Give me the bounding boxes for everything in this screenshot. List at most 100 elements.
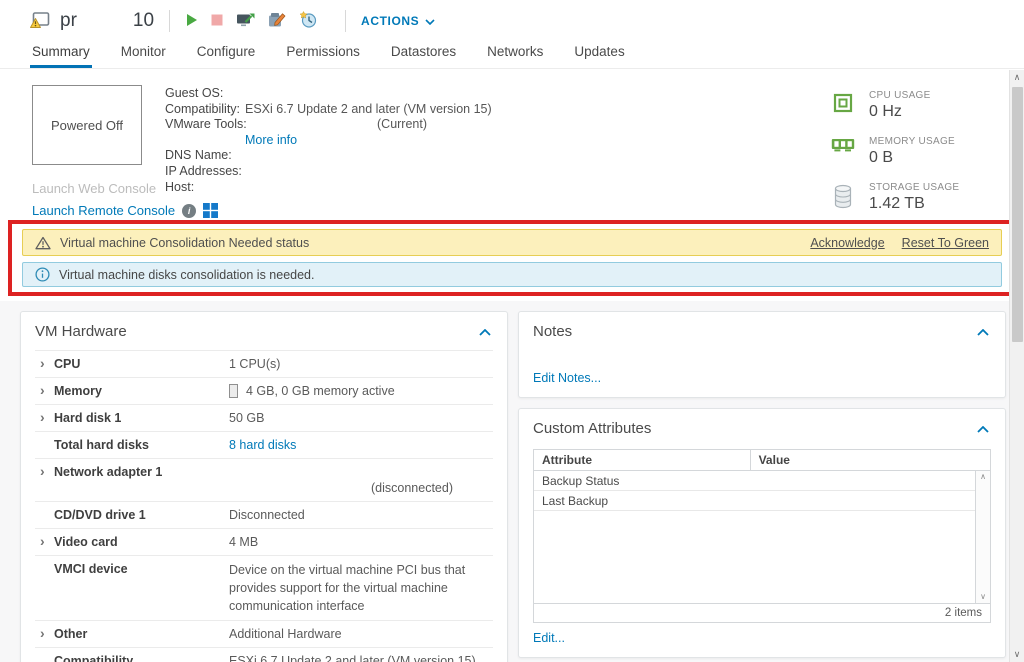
reset-to-green-link[interactable]: Reset To Green [902,236,989,250]
scroll-down-icon[interactable]: ∨ [980,591,986,603]
scroll-up-icon[interactable]: ∧ [1014,70,1021,85]
custom-attributes-panel: Custom Attributes Attribute Value [518,408,1006,658]
panel-title: Notes [533,323,572,340]
attribute-row-backup-status[interactable]: Backup Status [534,471,975,491]
tab-monitor[interactable]: Monitor [119,42,168,68]
chevron-up-icon [479,324,491,339]
expand-chevron-icon[interactable]: › [35,356,54,372]
collapse-panel-button[interactable] [975,322,991,341]
stat-label: CPU USAGE [869,89,931,102]
tab-summary[interactable]: Summary [30,42,92,68]
warning-banner-text: Virtual machine Consolidation Needed sta… [60,236,309,250]
hw-row-cd-dvd-drive-1: CD/DVD drive 1 Disconnected [35,501,493,528]
scroll-down-icon[interactable]: ∨ [1014,647,1021,662]
collapse-panel-button[interactable] [975,419,991,438]
tab-datastores[interactable]: Datastores [389,42,458,68]
info-circle-icon [35,267,50,282]
edit-attributes-link[interactable]: Edit... [533,631,565,645]
vertical-scrollbar[interactable]: ∧ ∨ [1009,70,1024,662]
power-on-icon [185,13,198,30]
hw-value-text: Disconnected [229,507,493,523]
field-label: VMware Tools: [165,117,245,133]
network-name-value [229,464,493,480]
actions-label: ACTIONS [361,14,419,28]
vm-name-badge: 10 [133,10,154,32]
summary-content: Powered Off Launch Web Console Launch Re… [0,70,1024,662]
column-header-attribute[interactable]: Attribute [534,450,751,470]
scroll-up-icon[interactable]: ∧ [980,471,986,483]
vm-console-thumbnail[interactable]: Powered Off [32,85,142,165]
memory-chip-icon [229,384,238,398]
hw-label-text: VMCI device [54,561,128,577]
scrollbar-thumb[interactable] [1012,87,1023,342]
hw-row-video-card: ›Video card 4 MB [35,528,493,555]
custom-attributes-table: Attribute Value Backup Status Last Back [533,449,991,623]
tab-networks[interactable]: Networks [485,42,545,68]
launch-web-console-link: Launch Web Console [32,181,165,196]
snapshot-button[interactable] [299,12,317,30]
alerts-section: Virtual machine Consolidation Needed sta… [0,220,1024,301]
expand-chevron-icon[interactable]: › [35,410,54,426]
power-off-icon [211,14,223,29]
hw-label-text: Compatibility [54,653,133,662]
storage-icon [830,181,856,214]
hw-row-network-adapter-1: ›Network adapter 1 (disconnected) [35,458,493,501]
vm-hardware-panel: VM Hardware ›CPU 1 CPU(s) [20,311,508,662]
edit-settings-button[interactable] [268,12,286,30]
hw-row-cpu: ›CPU 1 CPU(s) [35,350,493,377]
memory-icon [830,135,856,168]
attribute-name: Backup Status [534,471,743,490]
stat-label: MEMORY USAGE [869,135,955,148]
hw-row-other: ›Other Additional Hardware [35,620,493,647]
power-off-button[interactable] [211,12,223,30]
expand-chevron-icon[interactable]: › [35,534,54,550]
expand-chevron-icon[interactable]: › [35,383,54,399]
resource-usage: CPU USAGE 0 Hz [830,85,990,210]
vmware-tools-status: (Current) [377,117,427,131]
table-scrollbar[interactable]: ∧ ∨ [975,471,990,603]
attribute-row-last-backup[interactable]: Last Backup [534,491,975,511]
expand-chevron-icon[interactable]: › [35,626,54,642]
collapse-panel-button[interactable] [477,322,493,341]
power-on-button[interactable] [185,12,198,30]
hw-value-text: 4 MB [229,534,493,550]
hw-row-hard-disk-1: ›Hard disk 1 50 GB [35,404,493,431]
storage-usage-stat: STORAGE USAGE 1.42 TB [830,181,990,214]
more-info-link[interactable]: More info [245,133,297,149]
tab-permissions[interactable]: Permissions [284,42,362,68]
info-banner-text: Virtual machine disks consolidation is n… [59,268,314,282]
hw-label-text: Total hard disks [54,437,149,453]
overview-section: Powered Off Launch Web Console Launch Re… [0,70,1024,220]
tab-updates[interactable]: Updates [572,42,626,68]
hard-disks-link[interactable]: 8 hard disks [229,438,296,452]
toolbar-divider [169,10,170,32]
expand-chevron-icon[interactable]: › [35,464,54,480]
attribute-value [743,471,975,490]
chevron-up-icon [977,324,989,339]
field-label: Guest OS: [165,86,245,102]
summary-panels: VM Hardware ›CPU 1 CPU(s) [0,301,1024,662]
hw-label-text: CD/DVD drive 1 [54,507,146,523]
actions-menu-button[interactable]: ACTIONS [361,14,435,28]
field-value: ESXi 6.7 Update 2 and later (VM version … [245,102,492,118]
attribute-name: Last Backup [534,491,743,510]
hw-label-text: Network adapter 1 [54,464,162,480]
power-state-label: Powered Off [51,118,123,133]
column-header-value[interactable]: Value [751,450,990,470]
panel-title: Custom Attributes [533,420,651,437]
stat-value: 1.42 TB [869,194,959,214]
vm-tabs: Summary Monitor Configure Permissions Da… [0,42,1024,69]
acknowledge-link[interactable]: Acknowledge [810,236,884,250]
launch-console-button[interactable] [236,12,255,30]
network-status-value: (disconnected) [371,480,493,496]
edit-notes-link[interactable]: Edit Notes... [533,371,601,385]
notes-body [519,348,1005,369]
launch-remote-console-link[interactable]: Launch Remote Console [32,203,175,218]
stat-value: 0 B [869,148,955,168]
toolbar-divider [345,10,346,32]
snapshot-icon [299,11,317,31]
vm-title-bar: pr 10 [0,0,1024,42]
hw-label-text: CPU [54,356,80,372]
tab-configure[interactable]: Configure [195,42,258,68]
chevron-up-icon [977,421,989,436]
